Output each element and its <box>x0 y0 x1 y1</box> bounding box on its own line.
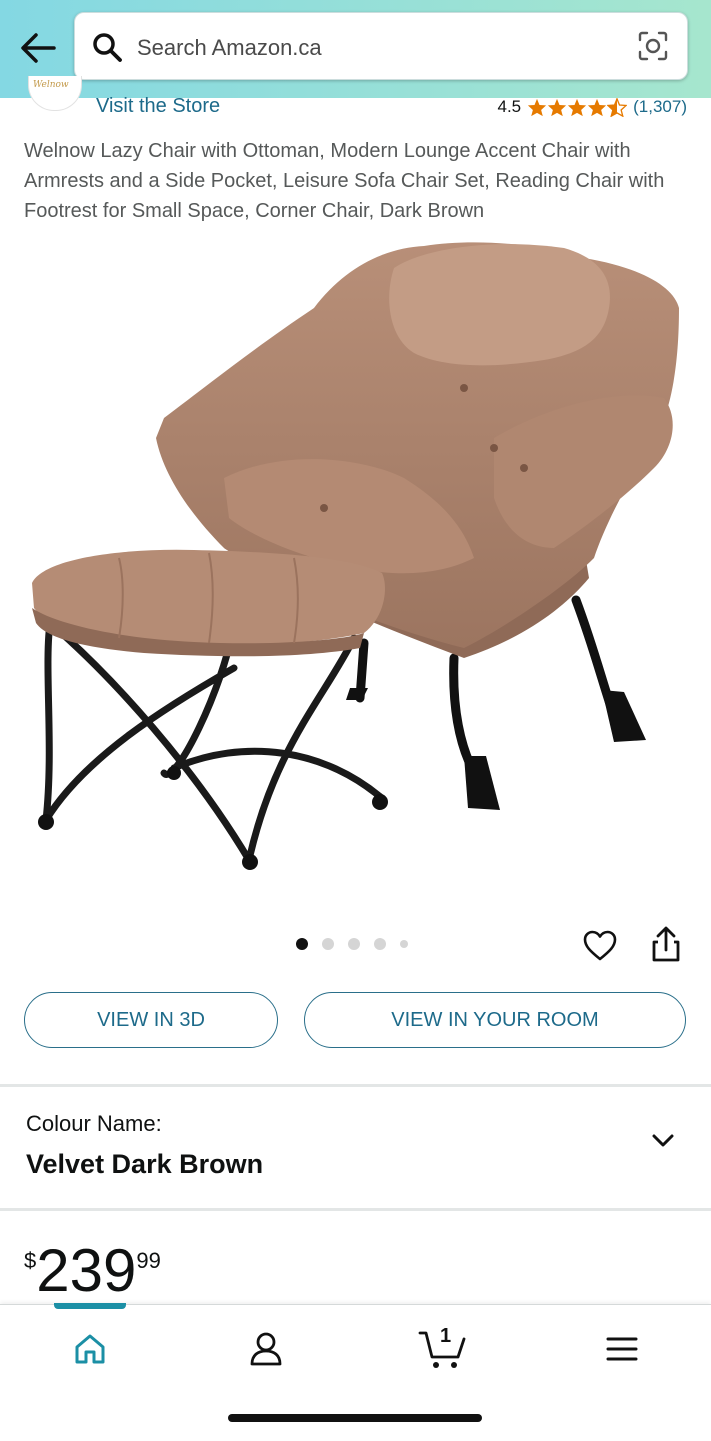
menu-icon <box>606 1337 638 1361</box>
colour-selector[interactable]: Colour Name: Velvet Dark Brown <box>0 1087 711 1207</box>
rating-count: (1,307) <box>633 97 687 116</box>
share-icon[interactable] <box>648 926 684 964</box>
carousel-dot[interactable] <box>296 938 308 950</box>
store-bar: Welnow Visit the Store 4.5 (1,307) <box>0 76 711 126</box>
search-bar[interactable]: Search Amazon.ca <box>74 12 688 80</box>
half-star-icon <box>607 97 628 117</box>
wishlist-heart-icon[interactable] <box>582 928 618 964</box>
product-price: $ 239 99 <box>24 1238 161 1304</box>
top-header: Search Amazon.ca <box>0 0 711 98</box>
tab-account[interactable] <box>242 1327 290 1371</box>
view-in-your-room-button[interactable]: VIEW IN YOUR ROOM <box>304 992 686 1048</box>
rating-stars <box>527 97 628 117</box>
price-fraction: 99 <box>136 1248 161 1273</box>
product-image[interactable] <box>24 228 684 898</box>
image-carousel-dots <box>296 938 408 950</box>
view-in-3d-button[interactable]: VIEW IN 3D <box>24 992 278 1048</box>
carousel-dot[interactable] <box>374 938 386 950</box>
chevron-down-icon[interactable] <box>649 1127 677 1155</box>
star-icon <box>528 98 547 116</box>
colour-value: Velvet Dark Brown <box>26 1149 264 1179</box>
camera-search-icon[interactable] <box>637 30 669 62</box>
product-title: Welnow Lazy Chair with Ottoman, Modern L… <box>24 140 665 222</box>
cart-count-badge: 1 <box>440 1325 452 1347</box>
carousel-dot[interactable] <box>322 938 334 950</box>
star-icon <box>588 98 607 116</box>
brand-logo[interactable]: Welnow <box>28 76 82 111</box>
section-divider <box>0 1208 711 1211</box>
star-icon <box>548 98 567 116</box>
back-arrow-icon[interactable] <box>18 30 58 66</box>
rating-summary[interactable]: 4.5 (1,307) <box>497 97 687 117</box>
rating-value: 4.5 <box>497 97 522 116</box>
search-input[interactable]: Search Amazon.ca <box>137 35 322 61</box>
price-whole: 239 <box>36 1237 137 1304</box>
visit-store-link[interactable]: Visit the Store <box>96 95 220 118</box>
carousel-dot[interactable] <box>348 938 360 950</box>
price-currency: $ <box>24 1248 37 1273</box>
star-icon <box>568 98 587 116</box>
tab-home[interactable] <box>66 1327 114 1371</box>
carousel-dot[interactable] <box>400 940 408 948</box>
home-icon <box>75 1334 105 1364</box>
tab-menu[interactable] <box>598 1327 646 1371</box>
tab-cart[interactable]: 1 <box>418 1325 470 1371</box>
system-home-indicator[interactable] <box>228 1414 482 1422</box>
colour-label: Colour Name: <box>26 1111 162 1136</box>
account-icon <box>250 1332 282 1366</box>
active-tab-indicator <box>54 1303 126 1309</box>
search-icon <box>93 33 122 62</box>
